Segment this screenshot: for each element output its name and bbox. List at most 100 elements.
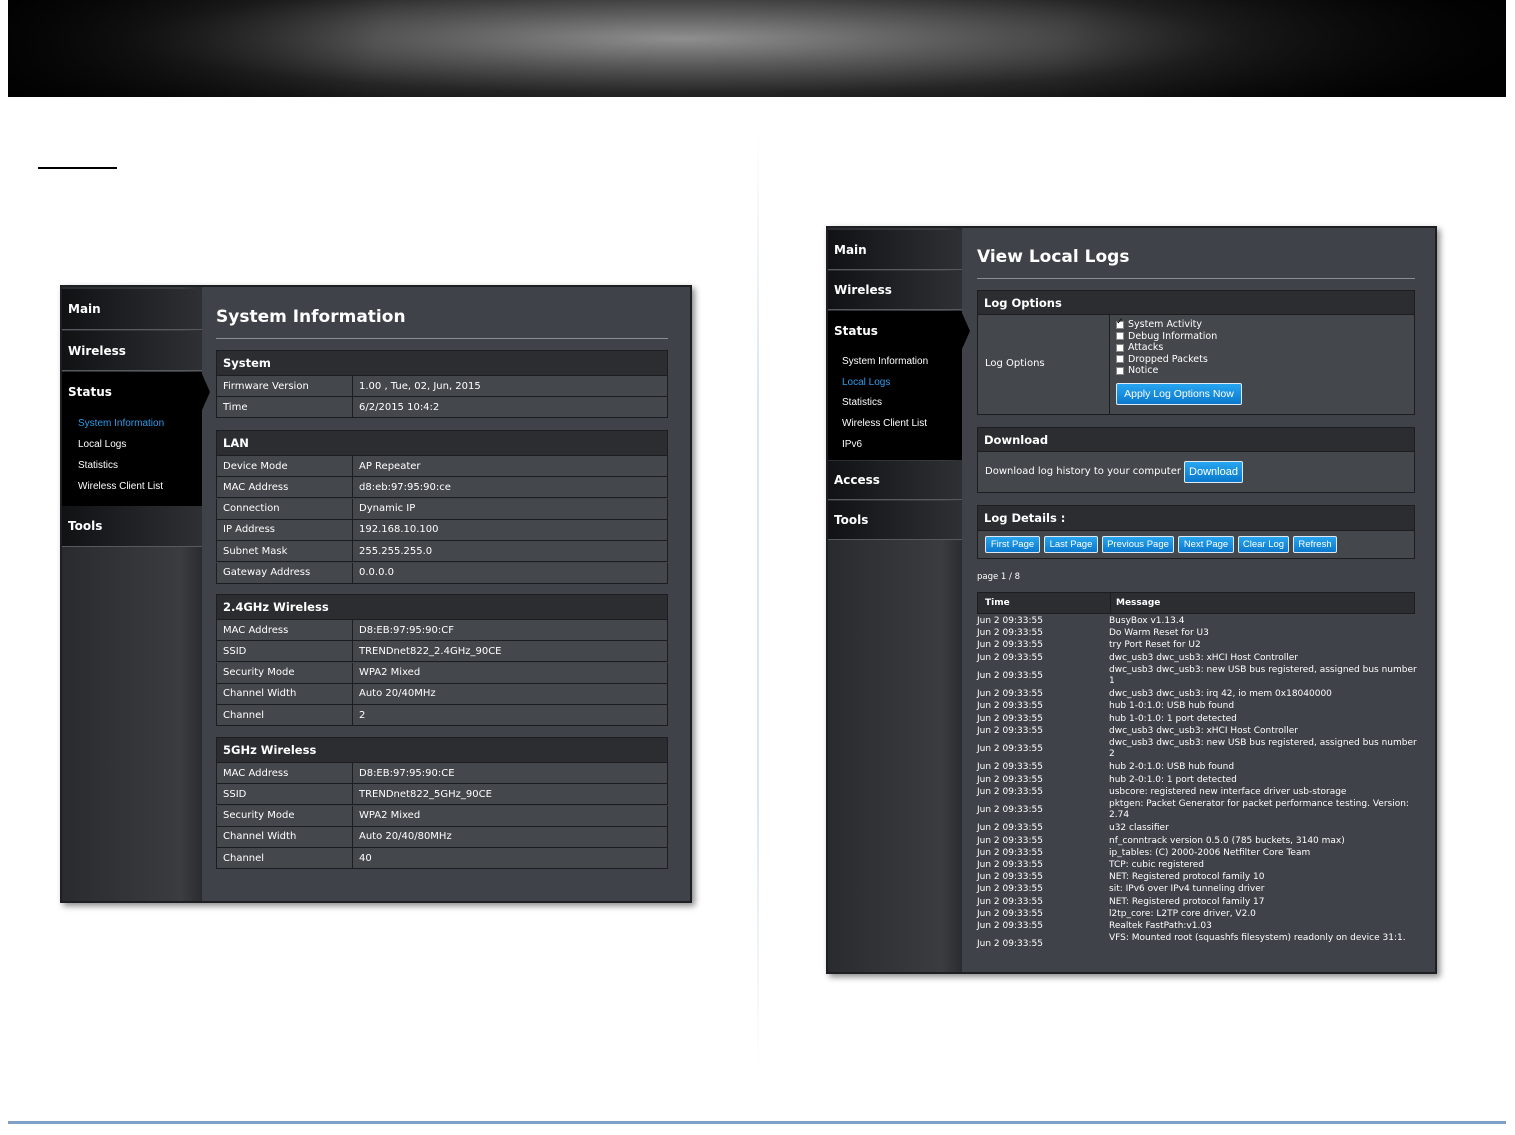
sidebar-item-wireless[interactable]: Wireless xyxy=(828,271,962,310)
footer-rule xyxy=(8,1121,1506,1124)
info-value: 192.168.10.100 xyxy=(359,524,439,536)
log-message: hub 2-0:1.0: 1 port detected xyxy=(1109,774,1237,785)
log-message: pktgen: Packet Generator for packet perf… xyxy=(1109,799,1409,820)
log-option-item[interactable]: Dropped Packets xyxy=(1116,354,1217,366)
sidebar-subitem-ipv6[interactable]: IPv6 xyxy=(842,439,862,450)
sidebar-item-label: Wireless xyxy=(68,343,126,358)
sidebar-item-main[interactable]: Main xyxy=(828,230,962,270)
log-row: Jun 2 09:33:55 Do Warm Reset for U3 xyxy=(977,628,1417,640)
sidebar-subitem-system-information[interactable]: System Information xyxy=(78,418,164,429)
sidebar-item-status[interactable]: Status System Information Local Logs Sta… xyxy=(828,311,970,460)
info-label: Channel Width xyxy=(217,683,353,704)
page-title: System Information xyxy=(216,307,406,327)
refresh-button[interactable]: Refresh xyxy=(1293,536,1337,553)
sidebar-subitem-system-information[interactable]: System Information xyxy=(842,356,928,367)
info-row: SSID TRENDnet822_2.4GHz_90CE xyxy=(216,641,668,663)
download-box: Download log history to your computer Do… xyxy=(977,451,1415,493)
info-value: 0.0.0.0 xyxy=(359,567,394,578)
log-row: Jun 2 09:33:55 TCP: cubic registered xyxy=(977,860,1417,872)
log-row: Jun 2 09:33:55 NET: Registered protocol f… xyxy=(977,872,1417,884)
download-header: Download xyxy=(977,427,1415,452)
title-rule xyxy=(977,278,1415,279)
log-row: Jun 2 09:33:55 hub 1-0:1.0: USB hub found xyxy=(977,701,1417,713)
checkbox-label: Notice xyxy=(1128,365,1159,376)
log-row: Jun 2 09:33:55 pktgen: Packet Generator f… xyxy=(977,799,1417,823)
checkbox-label: System Activity xyxy=(1128,319,1202,330)
previous-page-button[interactable]: Previous Page xyxy=(1102,536,1174,553)
info-row: Channel 40 xyxy=(216,848,668,870)
checkbox-icon[interactable] xyxy=(1116,366,1124,375)
log-row: Jun 2 09:33:55 u32 classifier xyxy=(977,823,1417,835)
next-page-button[interactable]: Next Page xyxy=(1178,536,1234,553)
sidebar-subitem-local-logs[interactable]: Local Logs xyxy=(842,377,890,388)
info-label: Firmware Version xyxy=(217,376,353,396)
info-label: Channel xyxy=(217,705,353,726)
log-time: Jun 2 09:33:55 xyxy=(977,713,1043,724)
download-button[interactable]: Download xyxy=(1184,461,1243,483)
log-time: Jun 2 09:33:55 xyxy=(977,670,1043,681)
log-details-toolbar: First Page Last Page Previous Page Next … xyxy=(977,530,1415,559)
info-label: Subnet Mask xyxy=(217,541,353,562)
info-label: MAC Address xyxy=(217,620,353,640)
sidebar: Main Wireless Status System Information … xyxy=(828,228,970,972)
info-row: Connection Dynamic IP xyxy=(216,498,668,520)
sidebar-item-label: Access xyxy=(834,473,880,487)
log-option-item[interactable]: Notice xyxy=(1116,365,1217,377)
document-page: Main Wireless Status System Information … xyxy=(0,0,1515,1135)
log-option-item[interactable]: Debug Information xyxy=(1116,331,1217,343)
sidebar-item-tools[interactable]: Tools xyxy=(828,501,962,540)
log-time: Jun 2 09:33:55 xyxy=(977,921,1043,931)
checkbox-icon[interactable] xyxy=(1116,343,1124,352)
log-row: Jun 2 09:33:55 try Port Reset for U2 xyxy=(977,640,1417,652)
sidebar-subitem-local-logs[interactable]: Local Logs xyxy=(78,439,126,450)
info-row: Channel Width Auto 20/40/80MHz xyxy=(216,826,668,848)
clear-log-button[interactable]: Clear Log xyxy=(1238,536,1289,553)
log-row: Jun 2 09:33:55 hub 1-0:1.0: 1 port detect… xyxy=(977,714,1417,726)
main-content: System Information System Firmware Versio… xyxy=(202,287,690,901)
log-details-header: Log Details : xyxy=(977,505,1415,531)
log-row: Jun 2 09:33:55 nf_conntrack version 0.5.0… xyxy=(977,836,1417,848)
log-option-item[interactable]: Attacks xyxy=(1116,342,1217,354)
info-label: Connection xyxy=(217,498,353,519)
last-page-button[interactable]: Last Page xyxy=(1044,536,1098,553)
section-header: 5GHz Wireless xyxy=(216,737,668,763)
first-page-button[interactable]: First Page xyxy=(985,536,1040,553)
section-title: 5GHz Wireless xyxy=(223,743,317,757)
log-row: Jun 2 09:33:55 dwc_usb3 dwc_usb3: xHCI Ho… xyxy=(977,653,1417,665)
log-time: Jun 2 09:33:55 xyxy=(977,896,1043,907)
log-message: VFS: Mounted root (squashfs filesystem) … xyxy=(1109,933,1406,944)
info-row: Channel Width Auto 20/40MHz xyxy=(216,683,668,705)
log-options-label: Log Options xyxy=(985,358,1045,369)
info-row: Subnet Mask 255.255.255.0 xyxy=(216,541,668,563)
sidebar-item-tools[interactable]: Tools xyxy=(62,506,202,547)
apply-log-options-button[interactable]: Apply Log Options Now xyxy=(1116,383,1242,405)
sidebar-subitem-wireless-client-list[interactable]: Wireless Client List xyxy=(842,418,927,429)
log-message: NET: Registered protocol family 17 xyxy=(1109,896,1265,907)
info-value: WPA2 Mixed xyxy=(359,810,421,822)
log-time: Jun 2 09:33:55 xyxy=(977,847,1043,858)
log-time: Jun 2 09:33:55 xyxy=(977,640,1043,651)
sidebar-item-main[interactable]: Main xyxy=(62,289,202,330)
info-label: Time xyxy=(217,397,353,418)
sidebar-item-label: Tools xyxy=(68,519,103,533)
log-message: dwc_usb3 dwc_usb3: new USB bus registere… xyxy=(1109,664,1417,686)
log-time: Jun 2 09:33:55 xyxy=(977,823,1043,834)
log-row: Jun 2 09:33:55 hub 2-0:1.0: USB hub found xyxy=(977,762,1417,774)
checkbox-icon[interactable] xyxy=(1116,317,1124,329)
checkbox-icon[interactable] xyxy=(1116,355,1124,363)
sidebar-subitem-statistics[interactable]: Statistics xyxy=(78,460,118,471)
sidebar-subitem-statistics[interactable]: Statistics xyxy=(842,397,882,408)
sidebar-item-status[interactable]: Status System Information Local Logs Sta… xyxy=(62,372,210,506)
sidebar-item-access[interactable]: Access xyxy=(828,461,962,500)
sidebar-item-wireless[interactable]: Wireless xyxy=(62,331,202,371)
info-value: 1.00 , Tue, 02, Jun, 2015 xyxy=(359,380,481,392)
log-message: dwc_usb3 dwc_usb3: irq 42, io mem 0x1804… xyxy=(1109,689,1332,700)
log-message: u32 classifier xyxy=(1109,823,1169,834)
log-time: Jun 2 09:33:55 xyxy=(977,908,1043,919)
log-row: Jun 2 09:33:55 ip_tables: (C) 2000-2006 N… xyxy=(977,848,1417,860)
checkbox-icon[interactable] xyxy=(1116,332,1124,340)
log-time: Jun 2 09:33:55 xyxy=(977,689,1043,700)
log-option-item[interactable]: System Activity xyxy=(1116,317,1217,331)
sidebar-subitem-wireless-client-list[interactable]: Wireless Client List xyxy=(78,481,163,492)
log-time: Jun 2 09:33:55 xyxy=(977,805,1043,815)
